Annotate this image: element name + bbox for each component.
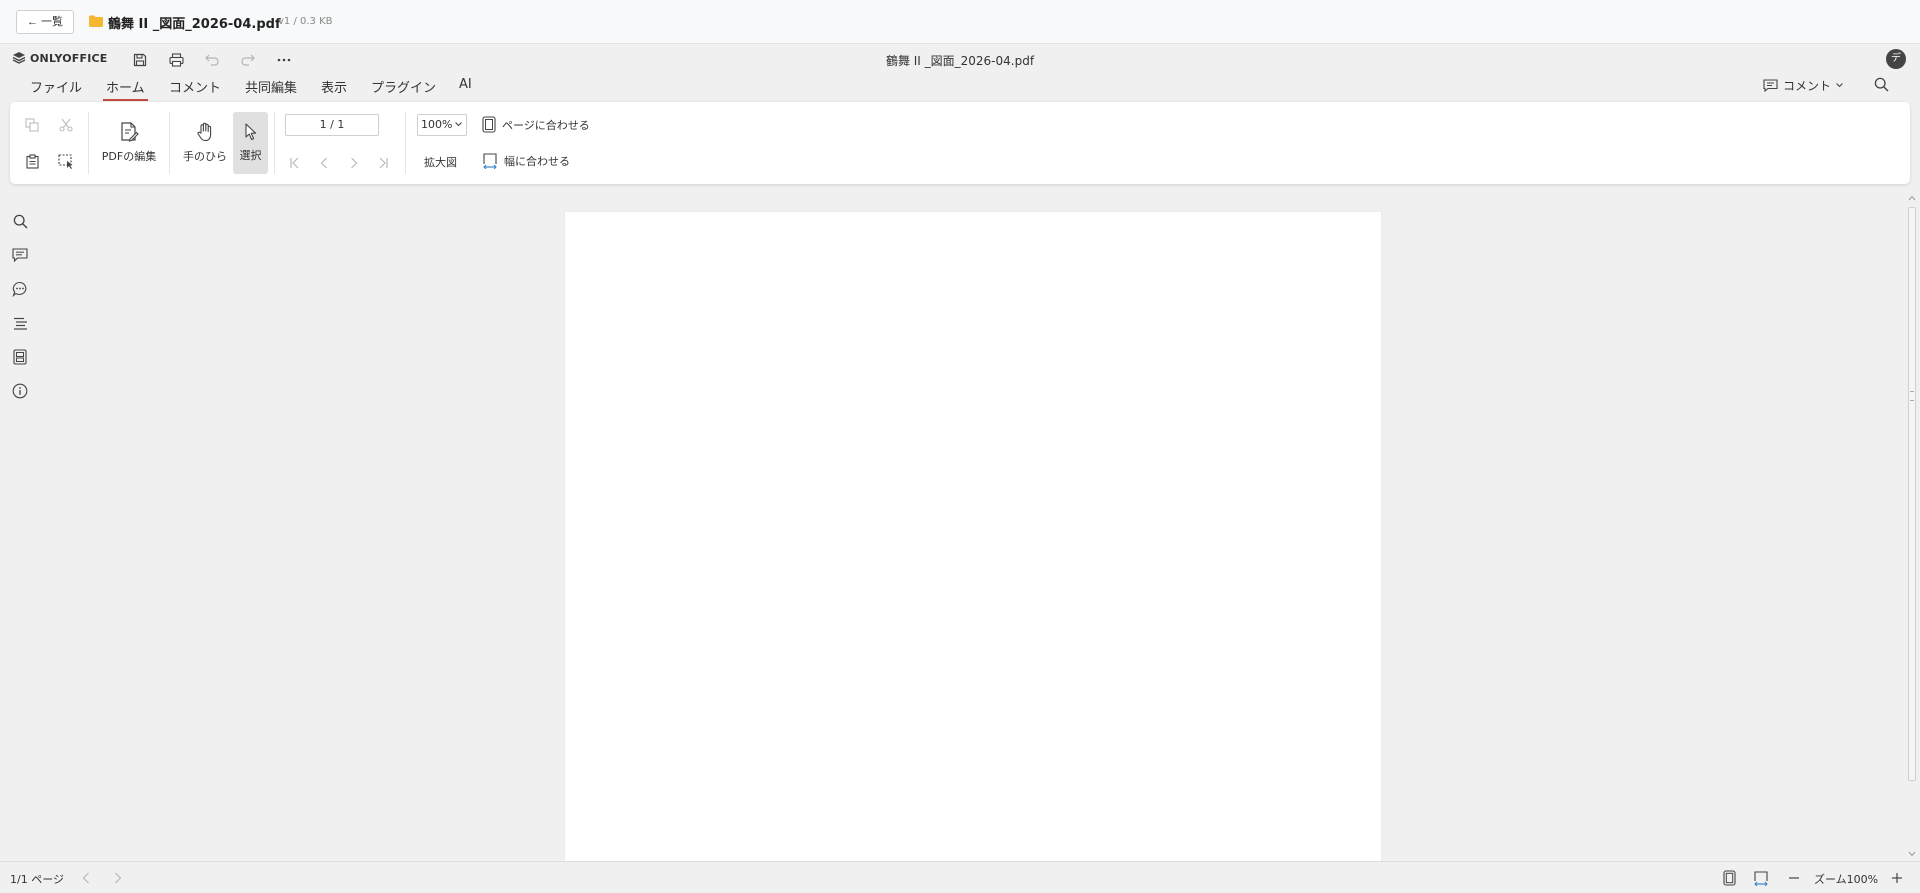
edit-pdf-icon xyxy=(121,122,139,142)
page-thumbnails-icon[interactable] xyxy=(10,347,30,367)
file-title: 鶴舞 II _図面_2026-04.pdf xyxy=(108,17,281,32)
page-number-input[interactable]: 1 / 1 xyxy=(285,114,379,136)
toolbar-separator xyxy=(88,112,89,174)
fit-width-icon[interactable] xyxy=(1752,870,1770,886)
select-tool-button[interactable]: 選択 xyxy=(233,112,268,174)
status-bar: 1/1 ページ ズーム100% xyxy=(0,861,1920,893)
toolbar-separator xyxy=(169,112,170,174)
toolbar-separator xyxy=(274,112,275,174)
page-count: 1/1 ページ xyxy=(10,873,64,886)
fit-width-icon xyxy=(483,153,497,169)
editor-header: ONLYOFFICE 鶴舞 II _図面_2026-04.pdf デ ファイル … xyxy=(0,44,1920,104)
pdf-page[interactable] xyxy=(565,212,1381,861)
scrollbar-thumb[interactable] xyxy=(1908,207,1916,781)
logo-text: ONLYOFFICE xyxy=(30,51,108,65)
undo-icon[interactable] xyxy=(202,50,222,70)
paste-icon[interactable] xyxy=(20,150,44,172)
fit-to-page-button[interactable]: ページに合わせる xyxy=(482,116,590,133)
zoom-out-icon[interactable] xyxy=(1785,870,1803,886)
user-avatar[interactable]: デ xyxy=(1886,49,1906,69)
print-icon[interactable] xyxy=(166,50,186,70)
comments-icon[interactable] xyxy=(10,245,30,265)
previous-page-icon[interactable] xyxy=(77,870,95,886)
onlyoffice-logo: ONLYOFFICE xyxy=(12,51,108,65)
chat-icon[interactable] xyxy=(10,279,30,299)
back-to-list-button[interactable]: ← 一覧 xyxy=(16,10,75,34)
tab-ai[interactable]: AI xyxy=(459,77,472,92)
info-icon[interactable] xyxy=(10,381,30,401)
tab-file[interactable]: ファイル xyxy=(30,77,82,96)
pointer-icon xyxy=(244,123,256,141)
toolbar-separator xyxy=(405,112,406,174)
comment-menu-button[interactable]: コメント xyxy=(1763,77,1843,94)
tab-home[interactable]: ホーム xyxy=(103,77,148,101)
comment-icon xyxy=(1763,79,1778,92)
hand-tool-button[interactable]: 手のひら xyxy=(180,112,230,174)
vertical-scrollbar[interactable] xyxy=(1906,193,1918,861)
first-page-icon[interactable] xyxy=(285,152,305,174)
copy-icon[interactable] xyxy=(20,114,44,136)
scroll-down-arrow-icon[interactable] xyxy=(1908,851,1916,857)
fit-page-icon[interactable] xyxy=(1720,870,1738,886)
comment-menu-label: コメント xyxy=(1783,79,1832,93)
zoom-select-value: 100% xyxy=(421,118,453,131)
cut-icon[interactable] xyxy=(54,114,78,136)
onlyoffice-logo-icon xyxy=(12,52,26,64)
zoom-select[interactable]: 100% xyxy=(417,114,467,136)
top-bar: ← 一覧 鶴舞 II _図面_2026-04.pdf v1 / 0.3 KB xyxy=(0,0,1920,44)
headings-icon[interactable] xyxy=(10,313,30,333)
search-icon[interactable] xyxy=(1874,77,1889,92)
zoom-in-icon[interactable] xyxy=(1888,870,1906,886)
tab-view[interactable]: 表示 xyxy=(321,77,347,96)
save-icon[interactable] xyxy=(130,50,150,70)
folder-icon xyxy=(89,15,103,27)
file-meta: v1 / 0.3 KB xyxy=(278,16,333,27)
edit-pdf-label: PDFの編集 xyxy=(101,150,157,163)
fit-to-page-label: ページに合わせる xyxy=(502,118,590,132)
tab-plugins[interactable]: プラグイン xyxy=(371,77,436,96)
zoom-in-label[interactable]: 拡大図 xyxy=(424,154,457,170)
select-tool-label: 選択 xyxy=(239,149,262,162)
next-page-icon[interactable] xyxy=(344,152,364,174)
fit-to-width-label: 幅に合わせる xyxy=(504,154,570,168)
more-icon[interactable] xyxy=(274,50,294,70)
hand-icon xyxy=(197,122,212,142)
zoom-level-label: ズーム100% xyxy=(1814,873,1879,886)
edit-pdf-button[interactable]: PDFの編集 xyxy=(96,112,162,174)
tab-collaboration[interactable]: 共同編集 xyxy=(245,77,297,96)
fit-page-icon xyxy=(482,116,496,133)
tab-comment[interactable]: コメント xyxy=(169,77,221,96)
scroll-up-arrow-icon[interactable] xyxy=(1908,195,1916,201)
search-icon[interactable] xyxy=(10,211,30,231)
fit-to-width-button[interactable]: 幅に合わせる xyxy=(482,152,570,169)
redo-icon[interactable] xyxy=(238,50,258,70)
next-page-icon[interactable] xyxy=(109,870,127,886)
scrollbar-grip xyxy=(1910,391,1914,401)
last-page-icon[interactable] xyxy=(373,152,393,174)
previous-page-icon[interactable] xyxy=(314,152,334,174)
chevron-down-icon xyxy=(1836,83,1843,88)
hand-tool-label: 手のひら xyxy=(183,150,227,163)
select-area-icon[interactable] xyxy=(54,150,78,172)
chevron-down-icon xyxy=(455,122,462,127)
home-toolbar: PDFの編集 手のひら 選択 1 / 1 100% 拡大図 ページに合わせる 幅… xyxy=(10,102,1910,184)
